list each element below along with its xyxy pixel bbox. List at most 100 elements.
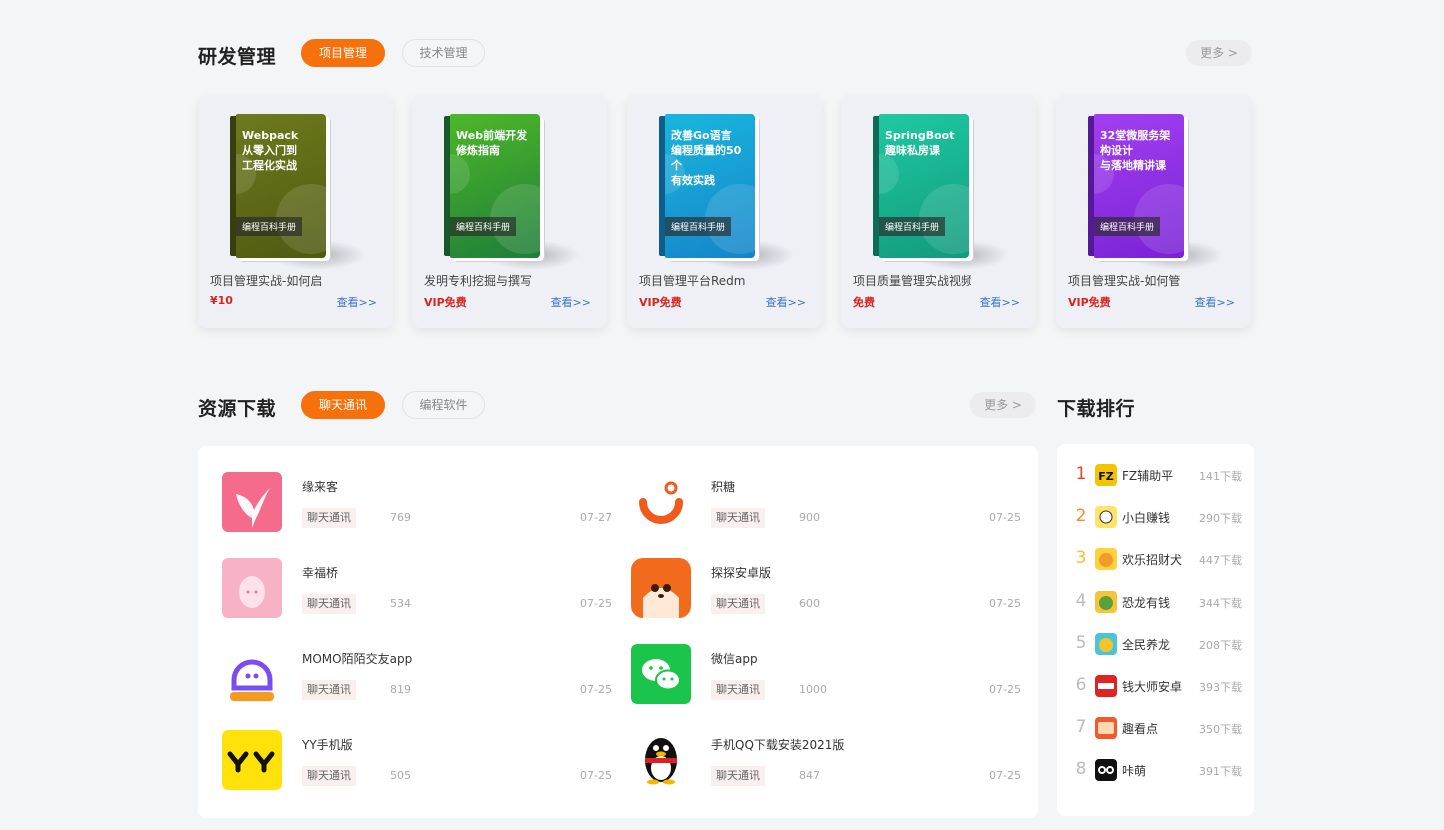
app-icon <box>1095 759 1117 782</box>
resource-name[interactable]: 手机QQ下载安装2021版 <box>711 736 844 753</box>
view-link[interactable]: 查看>> <box>1195 294 1235 310</box>
resource-download-count: 534 <box>390 597 411 610</box>
resource-name[interactable]: YY手机版 <box>302 736 353 753</box>
resource-download-count: 819 <box>390 683 411 696</box>
view-link[interactable]: 查看>> <box>980 294 1020 310</box>
book-price: ¥10 <box>210 294 233 307</box>
resource-item[interactable]: 手机QQ下载安装2021版 聊天通讯 847 07-25 <box>631 730 1021 792</box>
rank-app-name[interactable]: 咔萌 <box>1122 762 1146 779</box>
view-link[interactable]: 查看>> <box>337 294 377 310</box>
resource-download-count: 600 <box>799 597 820 610</box>
rank-item[interactable]: 2 小白赚钱 290下载 <box>1057 504 1254 530</box>
hummingbird-icon[interactable] <box>222 472 282 532</box>
book-card[interactable]: Web前端开发 修炼指南 编程百科手册 发明专利挖掘与撰写 VIP免费 查看>> <box>412 96 607 328</box>
rank-app-name[interactable]: 全民养龙 <box>1122 636 1170 653</box>
rank-download-count: 208下载 <box>1199 638 1242 652</box>
resource-item[interactable]: 缘来客 聊天通讯 769 07-27 <box>222 472 612 534</box>
jitang-logo-icon[interactable] <box>631 472 691 532</box>
book-card[interactable]: 32堂微服务架构设计 与落地精讲课 编程百科手册 项目管理实战-如何管 VIP免… <box>1056 96 1251 328</box>
rank-app-name[interactable]: 恐龙有钱 <box>1122 594 1170 611</box>
resource-name[interactable]: 缘来客 <box>302 478 338 495</box>
resource-date: 07-27 <box>580 511 612 524</box>
rank-item[interactable]: 3 欢乐招财犬 447下载 <box>1057 546 1254 572</box>
book-cover-title: Webpack 从零入门到 工程化实战 <box>242 129 299 172</box>
tab-tech-management[interactable]: 技术管理 <box>402 39 485 67</box>
rank-number: 2 <box>1075 506 1087 527</box>
res-more-button[interactable]: 更多 > <box>970 392 1036 418</box>
rank-app-name[interactable]: 趣看点 <box>1122 720 1158 737</box>
rank-app-name[interactable]: 欢乐招财犬 <box>1122 551 1182 568</box>
rank-section-title: 下载排行 <box>1057 398 1136 420</box>
tab-programming-software[interactable]: 编程软件 <box>402 391 485 419</box>
book-cover-image: 32堂微服务架构设计 与落地精讲课 编程百科手册 <box>1088 114 1224 270</box>
resource-name[interactable]: 幸福桥 <box>302 564 338 581</box>
book-card[interactable]: Webpack 从零入门到 工程化实战 编程百科手册 项目管理实战-如何启 ¥1… <box>198 96 393 328</box>
resource-date: 07-25 <box>989 769 1021 782</box>
rank-download-count: 447下载 <box>1199 554 1242 568</box>
resource-category-tag: 聊天通讯 <box>711 766 765 786</box>
resource-name[interactable]: 微信app <box>711 650 758 667</box>
rank-number: 7 <box>1075 717 1087 738</box>
rank-download-count: 350下载 <box>1199 723 1242 737</box>
book-card[interactable]: SpringBoot 趣味私房课 编程百科手册 项目质量管理实战视频 免费 查看… <box>841 96 1036 328</box>
tab-chat[interactable]: 聊天通讯 <box>301 391 385 419</box>
rank-app-name[interactable]: FZ辅助平 <box>1122 467 1173 484</box>
book-cover-image: SpringBoot 趣味私房课 编程百科手册 <box>873 114 1009 270</box>
rank-download-count: 393下载 <box>1199 681 1242 694</box>
view-link[interactable]: 查看>> <box>766 294 806 310</box>
view-link[interactable]: 查看>> <box>551 294 591 310</box>
app-icon <box>1095 632 1117 655</box>
resource-date: 07-25 <box>580 683 612 696</box>
fox-icon[interactable] <box>631 558 691 618</box>
resource-date: 07-25 <box>989 597 1021 610</box>
rank-number: 4 <box>1075 590 1087 611</box>
wechat-icon[interactable] <box>631 644 691 704</box>
rank-app-name[interactable]: 小白赚钱 <box>1122 509 1170 526</box>
rank-item[interactable]: 8 咔萌 391下载 <box>1057 757 1254 783</box>
resource-category-tag: 聊天通讯 <box>302 766 356 786</box>
resource-name[interactable]: MOMO陌陌交友app <box>302 650 412 667</box>
rd-more-button[interactable]: 更多 > <box>1186 40 1252 66</box>
book-cover-image: Web前端开发 修炼指南 编程百科手册 <box>444 114 580 270</box>
res-section-title: 资源下载 <box>198 398 277 420</box>
book-cover-tag: 编程百科手册 <box>450 217 517 236</box>
resource-item[interactable]: YY手机版 聊天通讯 505 07-25 <box>222 730 612 792</box>
rank-item[interactable]: 6 钱大师安卓 393下载 <box>1057 673 1254 699</box>
book-cover-tag: 编程百科手册 <box>236 217 303 236</box>
rank-item[interactable]: 1 FZ FZ辅助平 141下载 <box>1057 462 1254 488</box>
resource-download-count: 769 <box>390 511 411 524</box>
resource-date: 07-25 <box>580 769 612 782</box>
rank-app-name[interactable]: 钱大师安卓 <box>1122 678 1182 695</box>
resource-name[interactable]: 积糖 <box>711 478 735 495</box>
resource-list: 缘来客 聊天通讯 769 07-27 积糖 聊天通讯 900 07-25 幸福桥… <box>198 446 1038 818</box>
rank-item[interactable]: 7 趣看点 350下载 <box>1057 715 1254 741</box>
book-card[interactable]: 改善Go语言 编程质量的50个 有效实践 编程百科手册 项目管理平台Redm V… <box>627 96 822 328</box>
book-price: VIP免费 <box>639 296 682 309</box>
qq-penguin-icon[interactable] <box>631 730 691 790</box>
resource-item[interactable]: 微信app 聊天通讯 1000 07-25 <box>631 644 1021 706</box>
rank-item[interactable]: 5 全民养龙 208下载 <box>1057 631 1254 657</box>
app-icon <box>1095 506 1117 529</box>
book-name: 项目管理平台Redm <box>639 274 746 288</box>
egg-icon[interactable] <box>222 558 282 618</box>
book-price: VIP免费 <box>424 296 467 309</box>
momo-icon[interactable] <box>222 644 282 704</box>
yy-icon[interactable] <box>222 730 282 790</box>
resource-item[interactable]: 幸福桥 聊天通讯 534 07-25 <box>222 558 612 620</box>
book-price: VIP免费 <box>1068 296 1111 309</box>
rank-item[interactable]: 4 恐龙有钱 344下载 <box>1057 589 1254 615</box>
book-cover-tag: 编程百科手册 <box>665 217 732 236</box>
download-ranking: 1 FZ FZ辅助平 141下载 2 小白赚钱 290下载 3 欢乐招财犬 44… <box>1057 444 1254 816</box>
rank-number: 5 <box>1075 632 1087 653</box>
resource-name[interactable]: 探探安卓版 <box>711 564 771 581</box>
rank-number: 1 <box>1075 464 1087 484</box>
resource-item[interactable]: MOMO陌陌交友app 聊天通讯 819 07-25 <box>222 644 612 706</box>
resource-category-tag: 聊天通讯 <box>302 680 356 700</box>
resource-category-tag: 聊天通讯 <box>711 508 765 528</box>
resource-download-count: 505 <box>390 769 411 782</box>
rank-download-count: 290下载 <box>1199 512 1242 526</box>
book-cover-image: Webpack 从零入门到 工程化实战 编程百科手册 <box>230 114 366 270</box>
tab-project-management[interactable]: 项目管理 <box>301 39 385 67</box>
resource-item[interactable]: 积糖 聊天通讯 900 07-25 <box>631 472 1021 534</box>
resource-item[interactable]: 探探安卓版 聊天通讯 600 07-25 <box>631 558 1021 620</box>
